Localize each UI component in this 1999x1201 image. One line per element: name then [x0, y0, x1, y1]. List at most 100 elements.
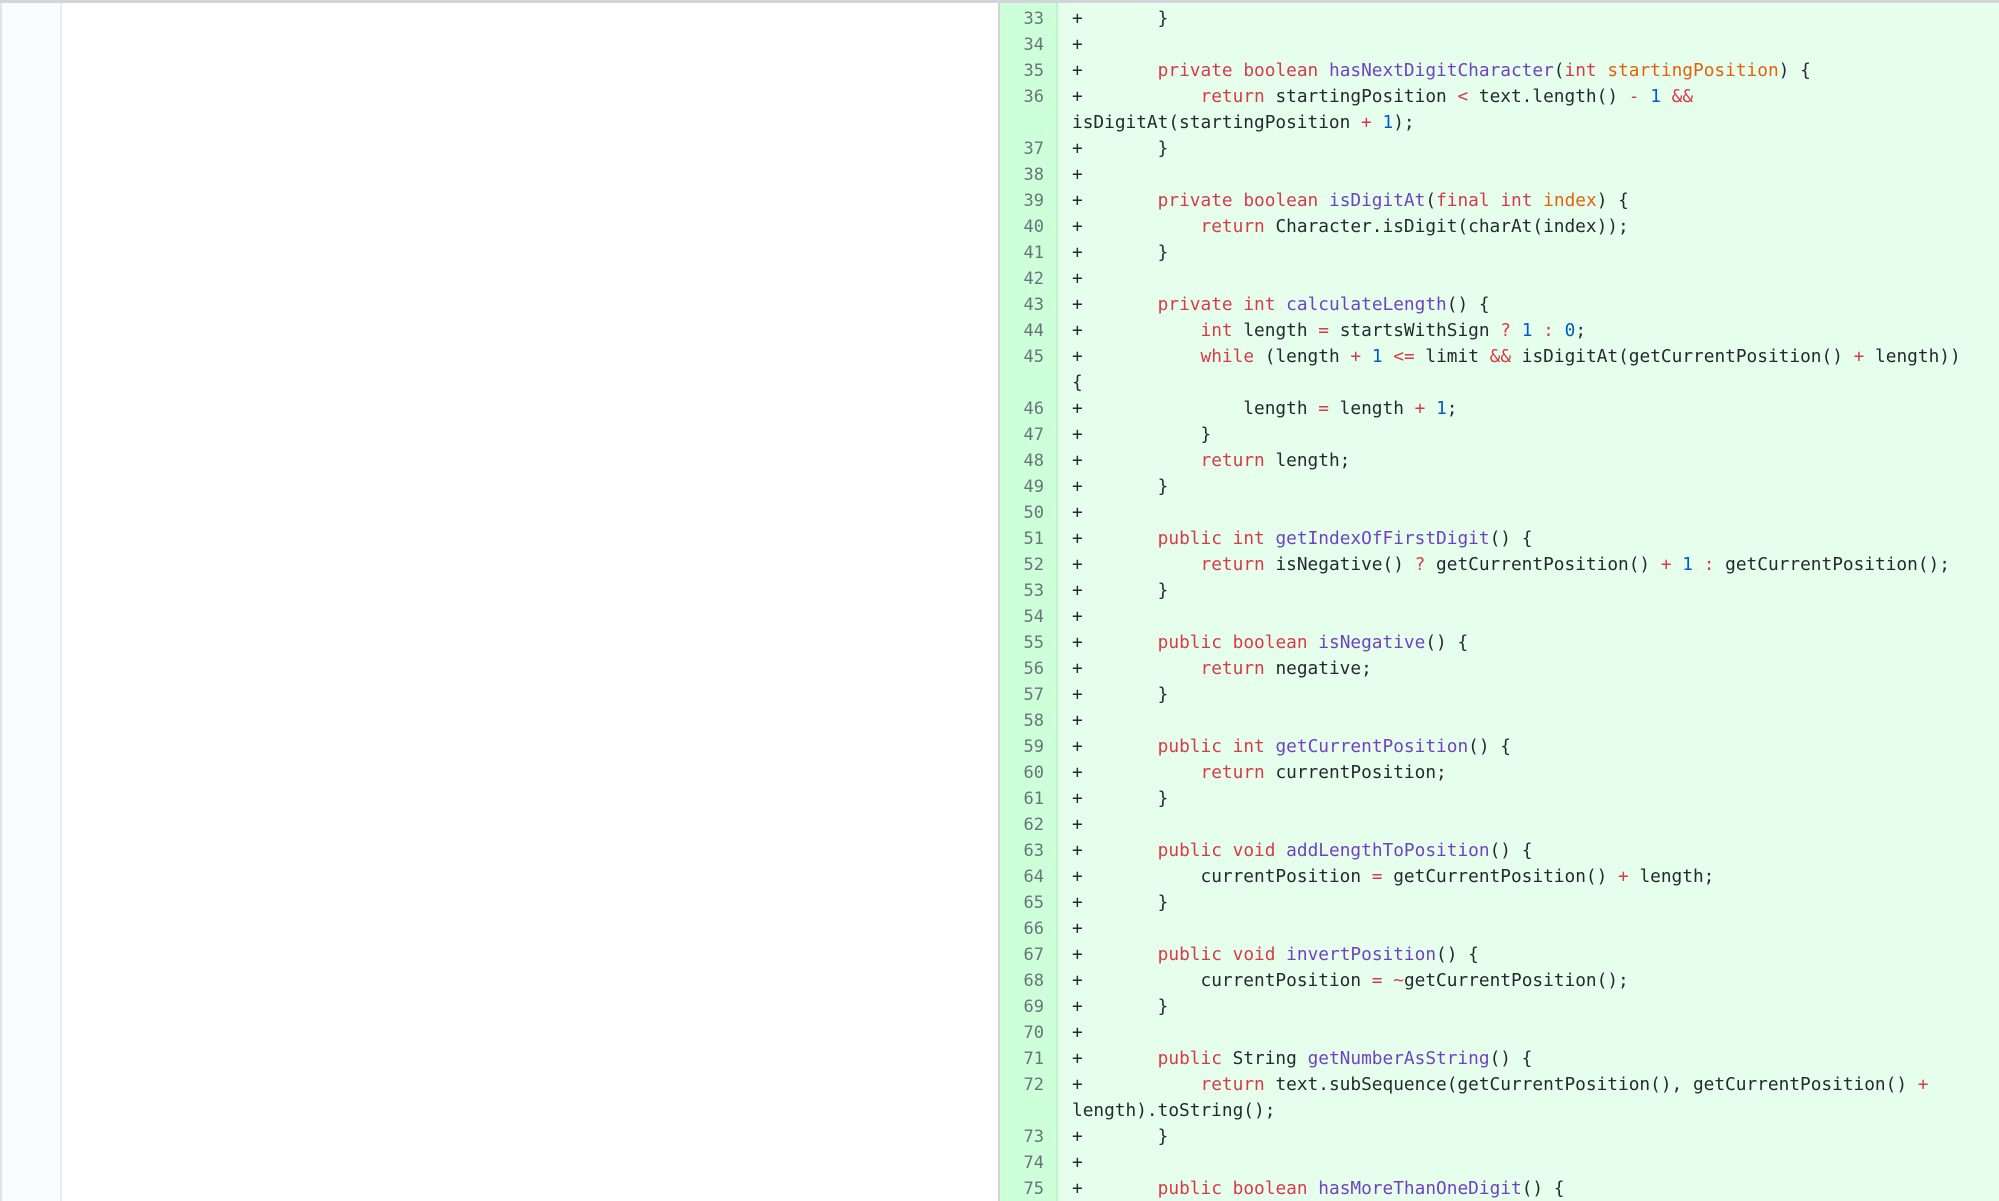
diff-line: 47 + }	[1000, 422, 1999, 448]
line-number[interactable]: 45	[1000, 344, 1044, 370]
code-token: =	[1371, 970, 1383, 991]
addition-marker: +	[1072, 814, 1083, 835]
line-number[interactable]: 48	[1000, 448, 1044, 474]
code-line: +	[1072, 32, 1971, 58]
line-number[interactable]: 55	[1000, 630, 1044, 656]
code-token: +	[1917, 1074, 1929, 1095]
line-number[interactable]: 42	[1000, 266, 1044, 292]
diff-line: 59 + public int getCurrentPosition() {	[1000, 734, 1999, 760]
line-number[interactable]: 39	[1000, 188, 1044, 214]
addition-marker: +	[1072, 892, 1083, 913]
line-number[interactable]: 68	[1000, 968, 1044, 994]
line-number[interactable]: 46	[1000, 396, 1044, 422]
code-token: 1	[1371, 346, 1383, 367]
code-token: isDigitAt(getCurrentPosition()	[1511, 346, 1854, 367]
diff-lines: 33 + } 34 + 35 + private boolean hasNextDigi…	[1000, 6, 1999, 1201]
line-number[interactable]: 74	[1000, 1150, 1044, 1176]
diff-line: 62 +	[1000, 812, 1999, 838]
code-token: public	[1157, 1048, 1222, 1069]
line-number[interactable]: 59	[1000, 734, 1044, 760]
line-number[interactable]: 66	[1000, 916, 1044, 942]
line-number[interactable]: 64	[1000, 864, 1044, 890]
addition-marker: +	[1072, 190, 1083, 211]
code-token: int	[1232, 736, 1265, 757]
code-line: +	[1072, 266, 1971, 292]
diff-line: 45 + while (length + 1 <= limit && isDigi…	[1000, 344, 1999, 396]
line-number[interactable]: 34	[1000, 32, 1044, 58]
code-token: public	[1157, 944, 1222, 965]
line-number[interactable]: 41	[1000, 240, 1044, 266]
line-number[interactable]: 63	[1000, 838, 1044, 864]
code-token: (	[1425, 190, 1437, 211]
line-number[interactable]: 69	[1000, 994, 1044, 1020]
addition-marker: +	[1072, 632, 1083, 653]
line-number[interactable]: 58	[1000, 708, 1044, 734]
line-number[interactable]: 73	[1000, 1124, 1044, 1150]
diff-line: 56 + return negative;	[1000, 656, 1999, 682]
code-token: private	[1157, 294, 1233, 315]
code-token: getCurrentPosition();	[1714, 554, 1950, 575]
diff-line: 41 + }	[1000, 240, 1999, 266]
line-number[interactable]: 52	[1000, 552, 1044, 578]
line-number[interactable]: 43	[1000, 292, 1044, 318]
line-number[interactable]: 36	[1000, 84, 1044, 110]
code-token: void	[1232, 944, 1276, 965]
code-token: }	[1114, 424, 1212, 445]
line-number[interactable]: 61	[1000, 786, 1044, 812]
code-token: isDigitAt	[1328, 190, 1426, 211]
line-number[interactable]: 60	[1000, 760, 1044, 786]
line-number[interactable]: 37	[1000, 136, 1044, 162]
diff-line: 63 + public void addLengthToPosition() {	[1000, 838, 1999, 864]
code-token: while	[1200, 346, 1255, 367]
diff-line: 34 +	[1000, 32, 1999, 58]
line-number[interactable]: 53	[1000, 578, 1044, 604]
line-number[interactable]: 72	[1000, 1072, 1044, 1098]
line-number[interactable]: 50	[1000, 500, 1044, 526]
code-token: startingPosition	[1264, 86, 1458, 107]
code-token: &&	[1671, 86, 1694, 107]
line-number[interactable]: 57	[1000, 682, 1044, 708]
line-number[interactable]: 75	[1000, 1176, 1044, 1201]
code-token: getCurrentPosition()	[1382, 866, 1619, 887]
line-number[interactable]: 40	[1000, 214, 1044, 240]
diff-line: 65 + }	[1000, 890, 1999, 916]
diff-line: 40 + return Character.isDigit(charAt(inde…	[1000, 214, 1999, 240]
code-token: public	[1157, 736, 1222, 757]
line-number[interactable]: 70	[1000, 1020, 1044, 1046]
addition-marker: +	[1072, 8, 1083, 29]
line-number[interactable]: 71	[1000, 1046, 1044, 1072]
code-token: }	[1114, 892, 1169, 913]
line-number[interactable]: 67	[1000, 942, 1044, 968]
code-token: +	[1350, 346, 1362, 367]
line-number[interactable]: 62	[1000, 812, 1044, 838]
addition-marker: +	[1072, 996, 1083, 1017]
line-number[interactable]: 54	[1000, 604, 1044, 630]
code-line: +	[1072, 604, 1971, 630]
line-number[interactable]: 35	[1000, 58, 1044, 84]
line-number[interactable]: 65	[1000, 890, 1044, 916]
line-number[interactable]: 44	[1000, 318, 1044, 344]
diff-line: 58 +	[1000, 708, 1999, 734]
addition-marker: +	[1072, 502, 1083, 523]
code-token: +	[1660, 554, 1672, 575]
code-line: + }	[1072, 240, 1971, 266]
diff-line: 52 + return isNegative() ? getCurrentPosi…	[1000, 552, 1999, 578]
line-number[interactable]: 47	[1000, 422, 1044, 448]
diff-line: 55 + public boolean isNegative() {	[1000, 630, 1999, 656]
line-number[interactable]: 38	[1000, 162, 1044, 188]
line-number[interactable]: 33	[1000, 6, 1044, 32]
line-number[interactable]: 49	[1000, 474, 1044, 500]
line-number[interactable]: 56	[1000, 656, 1044, 682]
line-number[interactable]: 51	[1000, 526, 1044, 552]
code-line: + private boolean hasNextDigitCharacter(…	[1072, 58, 1971, 84]
